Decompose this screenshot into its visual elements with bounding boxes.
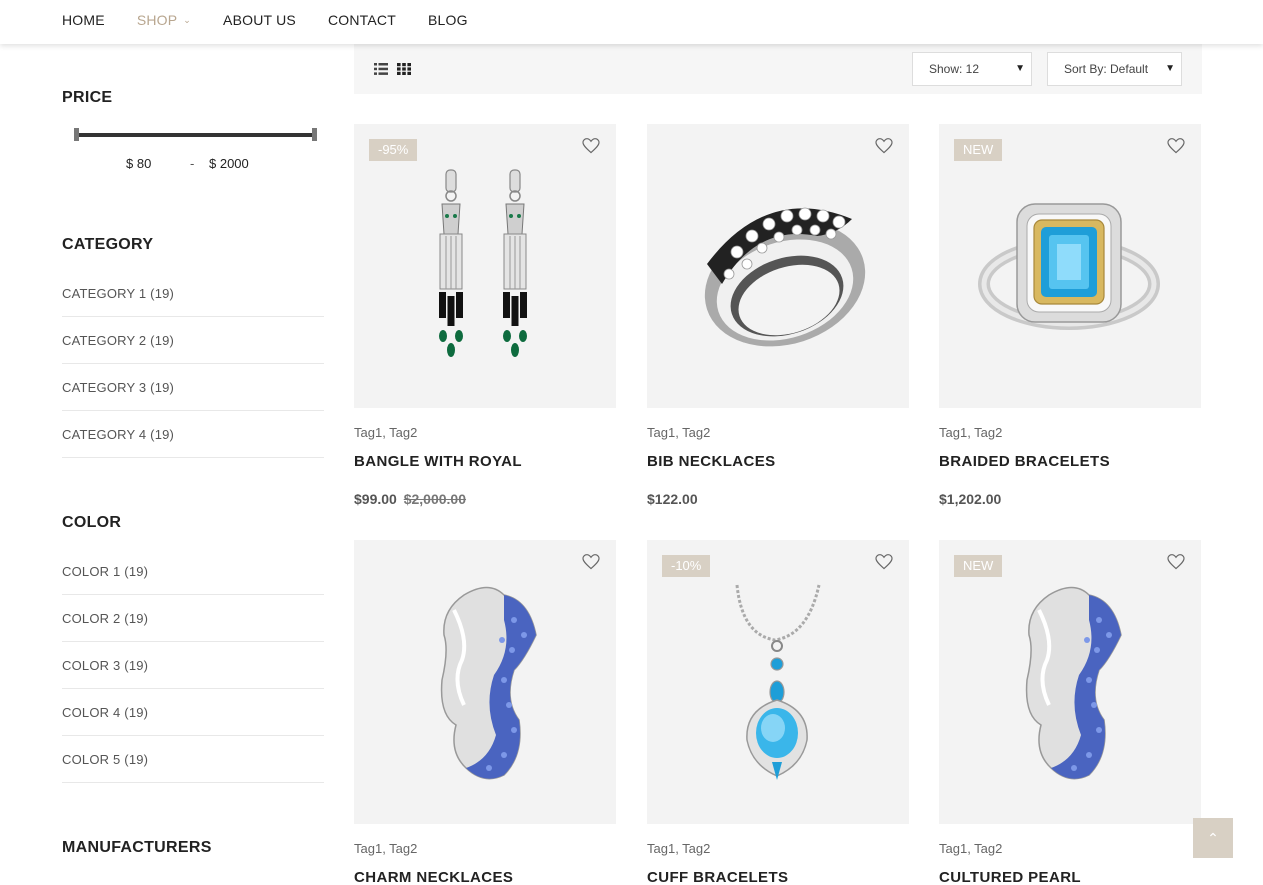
sort-by-select[interactable]: Sort By: Default ▼ — [1047, 52, 1182, 86]
manufacturers-filter-title: MANUFACTURERS — [62, 839, 212, 856]
product-card[interactable]: Tag1, Tag2 CHARM NECKLACES — [354, 540, 616, 885]
price-max-handle[interactable] — [312, 128, 317, 141]
product-tags[interactable]: Tag1, Tag2 — [939, 425, 1002, 440]
product-price: $122.00 — [647, 491, 698, 507]
product-name[interactable]: CUFF BRACELETS — [647, 869, 788, 885]
price-range-slider[interactable] — [76, 133, 314, 137]
category-item[interactable]: CATEGORY 1 (19) — [62, 270, 324, 317]
product-image[interactable] — [647, 124, 909, 408]
product-image[interactable]: NEW — [939, 540, 1201, 824]
double-chevron-up-icon: ⌃ — [1207, 830, 1219, 846]
product-card[interactable]: -95% Tag1, Tag2 BANGLE WITH ROYAL $99.00… — [354, 124, 616, 507]
product-image[interactable] — [354, 540, 616, 824]
nav-blog[interactable]: BLOG — [428, 12, 468, 28]
category-list: CATEGORY 1 (19) CATEGORY 2 (19) CATEGORY… — [62, 270, 324, 458]
old-price: $2,000.00 — [403, 491, 467, 507]
nav-about-us[interactable]: ABOUT US — [223, 12, 296, 28]
product-name[interactable]: BIB NECKLACES — [647, 453, 776, 470]
color-item[interactable]: COLOR 3 (19) — [62, 642, 324, 689]
dropdown-arrow-icon: ▼ — [1012, 53, 1025, 85]
product-tags[interactable]: Tag1, Tag2 — [647, 425, 710, 440]
heart-icon[interactable] — [1167, 138, 1185, 154]
color-item[interactable]: COLOR 5 (19) — [62, 736, 324, 783]
product-tags[interactable]: Tag1, Tag2 — [354, 425, 417, 440]
product-price: $99.00 $2,000.00 — [354, 491, 467, 507]
heart-icon[interactable] — [875, 138, 893, 154]
heart-icon[interactable] — [875, 554, 893, 570]
product-name[interactable]: CHARM NECKLACES — [354, 869, 513, 885]
product-name[interactable]: CULTURED PEARL — [939, 869, 1081, 885]
new-badge: NEW — [954, 555, 1003, 577]
pendant-image — [735, 584, 821, 780]
product-card[interactable]: -10% Tag1, Tag2 CUFF BRACELETS — [647, 540, 909, 885]
product-tags[interactable]: Tag1, Tag2 — [354, 841, 417, 856]
product-card[interactable]: NEW Tag1, Tag2 CULTURED PEARL — [939, 540, 1201, 885]
price-min-value: $ 80 — [126, 156, 152, 171]
category-item[interactable]: CATEGORY 3 (19) — [62, 364, 324, 411]
ring-image — [704, 207, 866, 347]
nav-shop[interactable]: SHOP ⌄ — [137, 12, 191, 28]
product-card[interactable]: NEW Tag1, Tag2 BRAIDED BRACELETS $1,202.… — [939, 124, 1201, 507]
nav-home[interactable]: HOME — [62, 12, 105, 28]
product-tags[interactable]: Tag1, Tag2 — [647, 841, 710, 856]
product-name[interactable]: BRAIDED BRACELETS — [939, 453, 1110, 470]
product-image[interactable]: -95% — [354, 124, 616, 408]
category-item[interactable]: CATEGORY 2 (19) — [62, 317, 324, 364]
category-item[interactable]: CATEGORY 4 (19) — [62, 411, 324, 458]
product-image[interactable]: NEW — [939, 124, 1201, 408]
earrings-image — [439, 169, 528, 358]
discount-badge: -10% — [662, 555, 711, 577]
product-card[interactable]: Tag1, Tag2 BIB NECKLACES $122.00 — [647, 124, 909, 507]
heart-icon[interactable] — [582, 138, 600, 154]
product-image[interactable]: -10% — [647, 540, 909, 824]
price-separator: - — [190, 156, 195, 171]
product-name[interactable]: BANGLE WITH ROYAL — [354, 453, 522, 470]
back-to-top-button[interactable]: ⌃ — [1193, 818, 1233, 858]
price-filter-title: PRICE — [62, 89, 113, 106]
category-filter-title: CATEGORY — [62, 236, 154, 253]
discount-badge: -95% — [369, 139, 418, 161]
heart-icon[interactable] — [582, 554, 600, 570]
list-view-icon[interactable] — [374, 63, 388, 75]
topaz-ring-image — [978, 203, 1160, 330]
product-price: $1,202.00 — [939, 491, 1002, 507]
top-navigation-bar: HOME SHOP ⌄ ABOUT US CONTACT BLOG — [0, 0, 1263, 44]
color-item[interactable]: COLOR 1 (19) — [62, 548, 324, 595]
color-list: COLOR 1 (19) COLOR 2 (19) COLOR 3 (19) C… — [62, 548, 324, 783]
price-max-value: $ 2000 — [209, 156, 249, 171]
sapphire-ring-image — [440, 586, 537, 780]
price-min-handle[interactable] — [74, 128, 79, 141]
sapphire-ring-image — [1025, 586, 1122, 780]
chevron-down-icon: ⌄ — [183, 14, 192, 25]
product-toolbar: Show: 12 ▼ Sort By: Default ▼ — [354, 44, 1202, 94]
product-tags[interactable]: Tag1, Tag2 — [939, 841, 1002, 856]
color-item[interactable]: COLOR 2 (19) — [62, 595, 324, 642]
heart-icon[interactable] — [1167, 554, 1185, 570]
dropdown-arrow-icon: ▼ — [1162, 53, 1175, 85]
main-nav: HOME SHOP ⌄ ABOUT US CONTACT BLOG — [62, 12, 500, 28]
color-item[interactable]: COLOR 4 (19) — [62, 689, 324, 736]
grid-view-icon[interactable] — [397, 63, 411, 75]
color-filter-title: COLOR — [62, 514, 122, 531]
new-badge: NEW — [954, 139, 1003, 161]
show-per-page-select[interactable]: Show: 12 ▼ — [912, 52, 1032, 86]
nav-contact[interactable]: CONTACT — [328, 12, 396, 28]
